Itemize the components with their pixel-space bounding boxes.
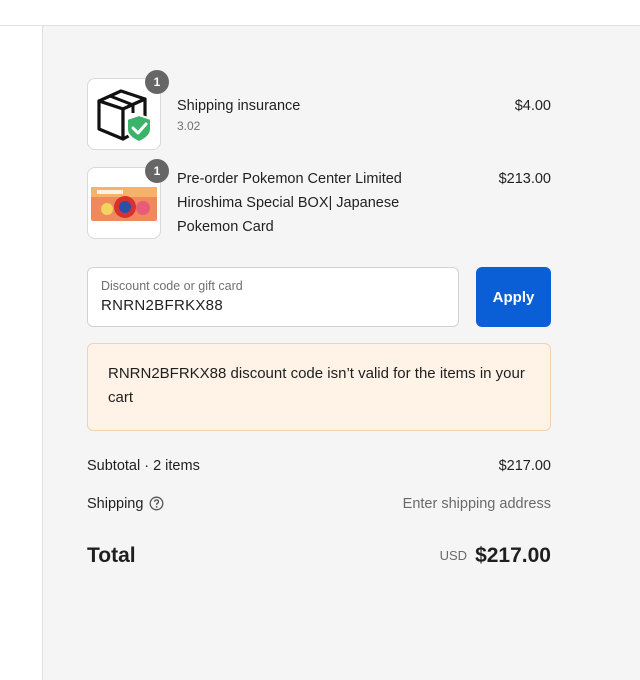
apply-discount-button[interactable]: Apply	[476, 267, 551, 327]
item-variant: 3.02	[177, 119, 201, 133]
product-image	[91, 187, 157, 221]
item-name: Shipping insurance	[177, 98, 301, 114]
item-name: Pre-order Pokemon Center Limited Hiroshi…	[177, 171, 402, 235]
item-thumbnail: 1	[87, 70, 169, 150]
shield-box-icon	[97, 89, 152, 144]
discount-code-value[interactable]: RNRN2BFRKX88	[101, 297, 223, 314]
top-bar	[0, 0, 640, 26]
item-price: $4.00	[514, 98, 551, 114]
subtotal-label: Subtotal · 2 items	[87, 458, 200, 474]
help-icon[interactable]	[149, 496, 164, 515]
discount-error-message: RNRN2BFRKX88 discount code isn’t valid f…	[87, 343, 551, 431]
item-thumbnail: 1	[87, 159, 169, 239]
item-price: $213.00	[498, 171, 551, 187]
total-label: Total	[87, 544, 136, 567]
discount-code-input[interactable]: Discount code or gift card RNRN2BFRKX88	[87, 267, 459, 327]
subtotal-row: Subtotal · 2 items $217.00	[87, 458, 551, 478]
quantity-badge: 1	[145, 70, 169, 94]
discount-code-label: Discount code or gift card	[101, 279, 243, 293]
shipping-value: Enter shipping address	[402, 496, 551, 512]
quantity-badge: 1	[145, 159, 169, 183]
line-item-shipping-insurance: 1 Shipping insurance 3.02 $4.00	[87, 70, 551, 152]
shipping-label: Shipping	[87, 496, 144, 512]
total-value: $217.00	[475, 544, 551, 567]
currency-code: USD	[439, 548, 468, 563]
total-row: Total USD $217.00	[87, 544, 551, 574]
shipping-row: Shipping Enter shipping address	[87, 496, 551, 516]
subtotal-value: $217.00	[498, 458, 551, 474]
line-item-pokemon-box: 1 Pre-order Pokemon Center Limited Hiros…	[87, 159, 551, 257]
order-summary: 1 Shipping insurance 3.02 $4.00 1 Pre-or…	[43, 26, 640, 680]
checkout-main-pane	[0, 26, 43, 680]
